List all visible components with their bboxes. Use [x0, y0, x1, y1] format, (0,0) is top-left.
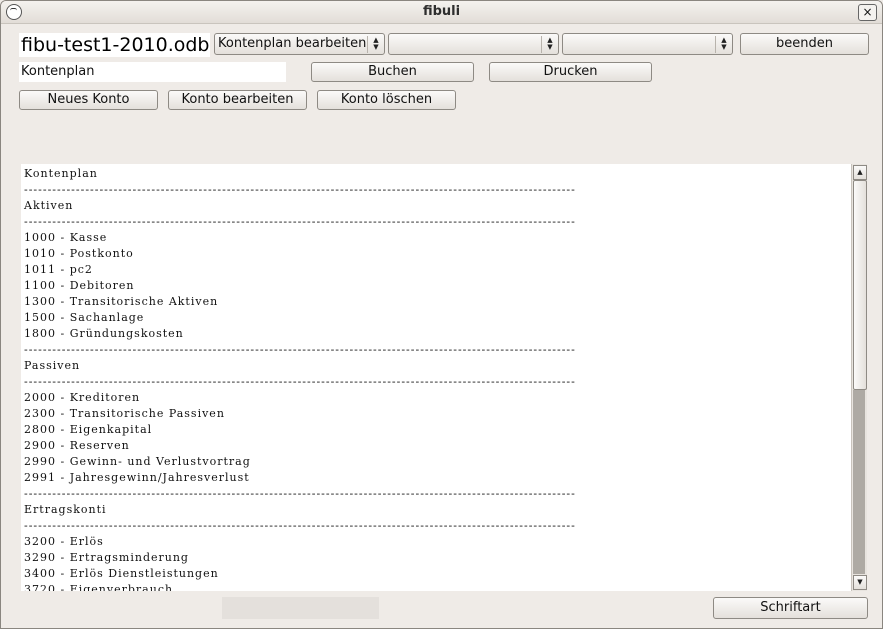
- account-select-1[interactable]: ▲ ▼: [388, 33, 559, 55]
- database-filename: fibu-test1-2010.odb: [19, 33, 210, 57]
- updown-arrows-icon: ▲ ▼: [541, 36, 558, 53]
- report-text: Kontenplan -----------------------------…: [24, 167, 576, 591]
- scrollbar-thumb[interactable]: [853, 180, 867, 390]
- edit-account-button[interactable]: Konto bearbeiten: [168, 90, 307, 110]
- quit-button-label: beenden: [776, 36, 833, 51]
- scrollbar-track[interactable]: [853, 390, 865, 574]
- delete-account-button[interactable]: Konto löschen: [317, 90, 456, 110]
- font-button[interactable]: Schriftart: [713, 597, 868, 619]
- updown-arrows-icon: ▲ ▼: [715, 36, 732, 53]
- updown-arrows-icon: ▲ ▼: [367, 36, 384, 53]
- new-account-button[interactable]: Neues Konto: [19, 90, 158, 110]
- scroll-down-icon[interactable]: ▼: [853, 575, 867, 590]
- vertical-scrollbar[interactable]: ▲ ▼: [851, 164, 867, 591]
- status-area: [222, 597, 379, 619]
- font-button-label: Schriftart: [760, 600, 821, 615]
- print-button[interactable]: Drucken: [489, 62, 652, 82]
- delete-account-button-label: Konto löschen: [340, 92, 433, 107]
- book-button[interactable]: Buchen: [311, 62, 474, 82]
- edit-account-button-label: Konto bearbeiten: [181, 92, 294, 107]
- title-bar: fibuli ×: [1, 1, 882, 24]
- view-label: Kontenplan: [19, 62, 286, 82]
- print-button-label: Drucken: [543, 64, 598, 79]
- book-button-label: Buchen: [368, 64, 417, 79]
- mode-select-value: Kontenplan bearbeiten: [218, 36, 367, 51]
- mode-select[interactable]: Kontenplan bearbeiten ▲ ▼: [214, 33, 385, 55]
- close-icon[interactable]: ×: [858, 4, 877, 21]
- quit-button[interactable]: beenden: [740, 33, 869, 55]
- account-select-2[interactable]: ▲ ▼: [562, 33, 733, 55]
- scroll-up-icon[interactable]: ▲: [853, 165, 867, 180]
- report-text-area[interactable]: Kontenplan -----------------------------…: [21, 164, 851, 591]
- window-title: fibuli: [422, 4, 461, 19]
- main-window: fibuli × fibu-test1-2010.odb Kontenplan …: [0, 0, 883, 629]
- new-account-button-label: Neues Konto: [47, 92, 130, 107]
